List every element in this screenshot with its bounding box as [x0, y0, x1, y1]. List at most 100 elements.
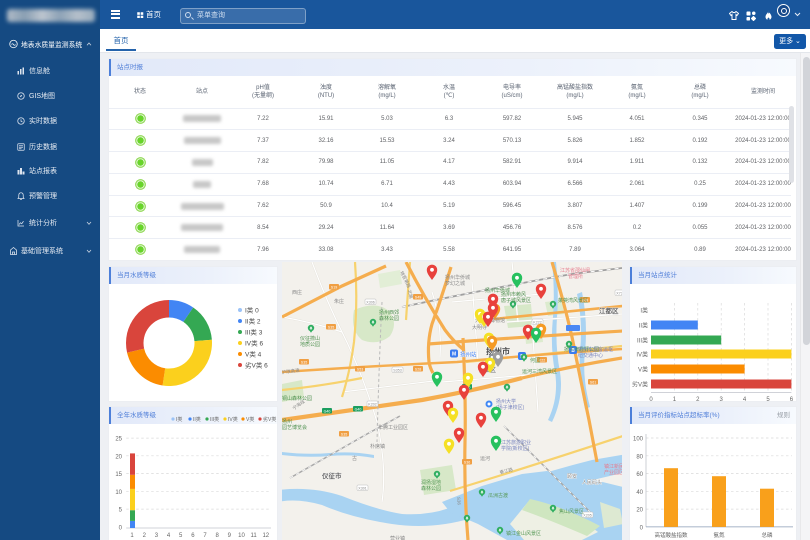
svg-text:扬州西郊: 扬州西郊 — [379, 309, 399, 316]
svg-text:K202: K202 — [368, 402, 376, 406]
svg-text:劣V类 6: 劣V类 6 — [245, 361, 268, 370]
svg-text:朱庄: 朱庄 — [334, 298, 344, 305]
svg-text:I类: I类 — [176, 416, 182, 423]
svg-text:纽交通中心: 纽交通中心 — [578, 352, 603, 359]
svg-text:8: 8 — [216, 533, 220, 539]
svg-text:江苏省邵仙闸: 江苏省邵仙闸 — [560, 267, 590, 274]
svg-text:0: 0 — [649, 397, 653, 401]
svg-text:总磷: 总磷 — [761, 531, 773, 539]
svg-text:园艺博览会: 园艺博览会 — [282, 424, 307, 431]
svg-text:7: 7 — [203, 533, 207, 539]
svg-text:劣V类: 劣V类 — [632, 381, 648, 389]
svg-text:II类: II类 — [193, 416, 201, 423]
svg-text:20: 20 — [636, 508, 643, 514]
svg-text:V类: V类 — [638, 366, 648, 374]
svg-text:扬州华侨城: 扬州华侨城 — [485, 287, 510, 294]
svg-text:0: 0 — [640, 525, 644, 531]
svg-text:润扬湿地: 润扬湿地 — [421, 479, 441, 486]
svg-text:6: 6 — [191, 533, 195, 539]
svg-text:4: 4 — [743, 397, 747, 401]
svg-text:0: 0 — [119, 526, 123, 532]
svg-text:III类: III类 — [637, 337, 648, 345]
svg-text:X301: X301 — [358, 486, 366, 490]
svg-text:IV类: IV类 — [636, 351, 648, 359]
svg-text:森林公园: 森林公园 — [421, 485, 441, 492]
svg-text:瓜洲古渡: 瓜洲古渡 — [488, 492, 508, 499]
svg-text:森林公园: 森林公园 — [379, 315, 399, 322]
svg-text:劣V类: 劣V类 — [263, 416, 276, 423]
svg-text:10: 10 — [115, 490, 122, 496]
svg-text:镇江金山风景区: 镇江金山风景区 — [506, 530, 541, 537]
svg-text:氨氮: 氨氮 — [713, 531, 725, 539]
svg-text:III类 3: III类 3 — [245, 328, 263, 337]
svg-text:营业镇: 营业镇 — [390, 535, 405, 540]
svg-text:江都区: 江都区 — [599, 306, 619, 315]
svg-text:X306: X306 — [366, 300, 374, 304]
svg-text:X736: X736 — [616, 291, 622, 295]
svg-text:S35: S35 — [341, 432, 347, 436]
svg-text:高锰酸盐指数: 高锰酸盐指数 — [654, 531, 688, 539]
svg-text:S36: S36 — [456, 497, 462, 506]
svg-text:II类 2: II类 2 — [245, 317, 261, 326]
svg-text:S49: S49 — [415, 295, 421, 299]
svg-text:60: 60 — [636, 472, 643, 478]
svg-text:I类 0: I类 0 — [245, 306, 259, 315]
svg-text:学院(新校区): 学院(新校区) — [501, 445, 530, 452]
svg-text:S35: S35 — [301, 360, 307, 364]
svg-text:III类: III类 — [210, 416, 219, 423]
svg-text:西庄: 西庄 — [292, 289, 302, 296]
svg-text:9: 9 — [228, 533, 232, 539]
svg-text:12: 12 — [262, 533, 269, 539]
svg-text:2: 2 — [696, 397, 700, 401]
svg-text:100: 100 — [633, 437, 644, 443]
svg-text:S61: S61 — [590, 380, 596, 384]
svg-text:S35: S35 — [328, 325, 334, 329]
svg-text:5: 5 — [179, 533, 183, 539]
svg-text:铜山森林公园: 铜山森林公园 — [282, 395, 312, 402]
svg-text:V类: V类 — [246, 416, 254, 423]
svg-text:地质公园: 地质公园 — [300, 341, 320, 348]
svg-text:管理所: 管理所 — [568, 273, 583, 280]
svg-text:产业园区: 产业园区 — [604, 469, 622, 476]
svg-text:IV类: IV类 — [228, 416, 238, 423]
svg-text:扬州: 扬州 — [282, 418, 292, 425]
svg-text:X205: X205 — [583, 513, 591, 517]
svg-text:扬州东部客运枢: 扬州东部客运枢 — [578, 346, 613, 353]
svg-text:25: 25 — [115, 437, 122, 443]
svg-text:2: 2 — [143, 533, 147, 539]
svg-text:扬州站: 扬州站 — [460, 351, 477, 359]
svg-text:S19: S19 — [331, 285, 337, 289]
svg-text:1: 1 — [673, 397, 677, 401]
svg-text:V类 4: V类 4 — [245, 350, 262, 359]
svg-text:扬州华侨城: 扬州华侨城 — [445, 274, 470, 281]
svg-text:朴席镇: 朴席镇 — [370, 443, 385, 450]
svg-text:11: 11 — [250, 533, 257, 539]
svg-text:焦山风景区: 焦山风景区 — [559, 508, 584, 515]
svg-text:S36: S36 — [464, 460, 470, 464]
svg-text:I类: I类 — [640, 307, 648, 315]
svg-text:运河三湾风景区: 运河三湾风景区 — [522, 368, 557, 375]
svg-text:人民码头: 人民码头 — [582, 479, 602, 486]
svg-text:沪陕高速: 沪陕高速 — [282, 366, 301, 376]
svg-text:II类: II类 — [639, 322, 648, 330]
svg-text:40: 40 — [636, 490, 643, 496]
svg-text:茱萸湾风景区: 茱萸湾风景区 — [558, 297, 588, 304]
svg-text:镇江新民洲: 镇江新民洲 — [604, 463, 622, 470]
svg-text:G40: G40 — [324, 409, 331, 413]
svg-text:15: 15 — [115, 472, 122, 478]
svg-text:G40: G40 — [355, 407, 362, 411]
svg-text:江苏旅游职业: 江苏旅游职业 — [501, 439, 531, 446]
svg-text:5: 5 — [119, 508, 123, 514]
svg-text:5: 5 — [766, 397, 770, 401]
svg-text:唐子城风景区: 唐子城风景区 — [501, 297, 531, 304]
svg-text:扬州大学: 扬州大学 — [496, 398, 516, 405]
svg-text:10: 10 — [238, 533, 245, 539]
svg-text:S28: S28 — [415, 367, 421, 371]
svg-text:仪征捺山: 仪征捺山 — [300, 335, 320, 342]
svg-text:华腾工业园区: 华腾工业园区 — [378, 424, 408, 431]
svg-text:颐安: 颐安 — [567, 473, 577, 480]
svg-text:IV类 6: IV类 6 — [245, 339, 263, 348]
svg-text:仪征市: 仪征市 — [321, 471, 342, 480]
svg-text:6: 6 — [790, 397, 794, 401]
svg-text:80: 80 — [636, 454, 643, 460]
